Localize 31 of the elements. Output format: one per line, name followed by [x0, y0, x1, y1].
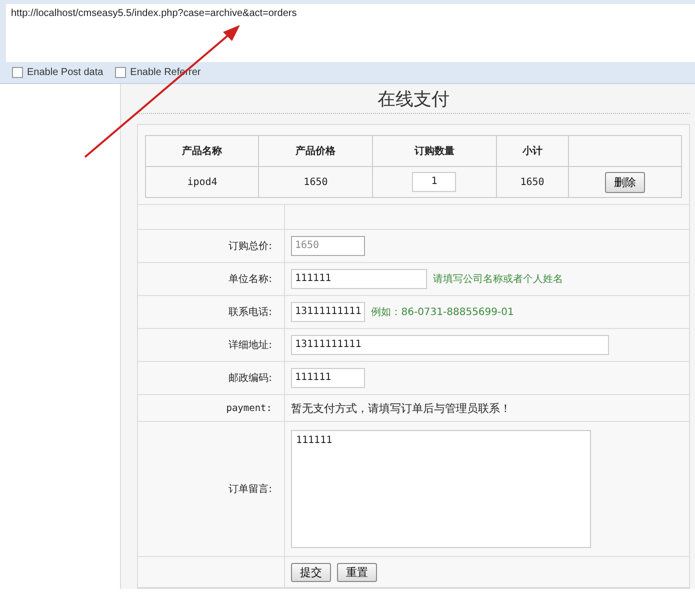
input-field[interactable]: 111111 — [291, 269, 427, 289]
checkbox[interactable] — [12, 67, 23, 78]
table-cell: ipod4 — [146, 166, 259, 198]
field-label: 单位名称: — [228, 272, 272, 286]
table-cell: 1650 — [496, 166, 568, 198]
checkbox-label: Enable Post data — [27, 67, 104, 78]
form-button[interactable]: 提交 — [291, 562, 331, 582]
input-field[interactable]: 13111111111 — [291, 335, 609, 355]
hint-text: 请填写公司名称或者个人姓名 — [433, 272, 563, 286]
input-field[interactable]: 111111 — [291, 368, 365, 388]
column-header: 产品价格 — [258, 136, 372, 166]
field-label: 详细地址: — [228, 338, 272, 352]
delete-button[interactable]: 删除 — [604, 172, 645, 192]
url-field[interactable]: http://localhost/cmseasy5.5/index.php?case=archive&act=orders — [6, 4, 695, 62]
table-cell: 1650 — [258, 166, 372, 198]
quantity-field[interactable]: 1 — [412, 172, 456, 192]
field-label: 邮政编码: — [228, 372, 272, 385]
field-label: payment: — [226, 402, 272, 414]
page-title: 在线支付 — [137, 84, 690, 114]
checkbox[interactable] — [115, 67, 126, 78]
input-field[interactable]: 13111111111 — [291, 302, 366, 322]
column-header: 订购数量 — [372, 136, 496, 166]
field-label: 联系电话: — [228, 306, 272, 319]
payment-message: 暂无支付方式，请填写订单后与管理员联系！ — [291, 400, 511, 416]
column-header: 产品名称 — [146, 136, 259, 166]
message-field[interactable]: 111111 — [291, 430, 591, 548]
form-button[interactable]: 重置 — [337, 562, 377, 582]
hint-text: 例如：86-0731-88855699-01 — [371, 306, 514, 319]
field-label: 订单留言: — [228, 482, 272, 496]
field-label: 订购总价: — [228, 240, 272, 253]
column-header: 小计 — [496, 136, 568, 166]
